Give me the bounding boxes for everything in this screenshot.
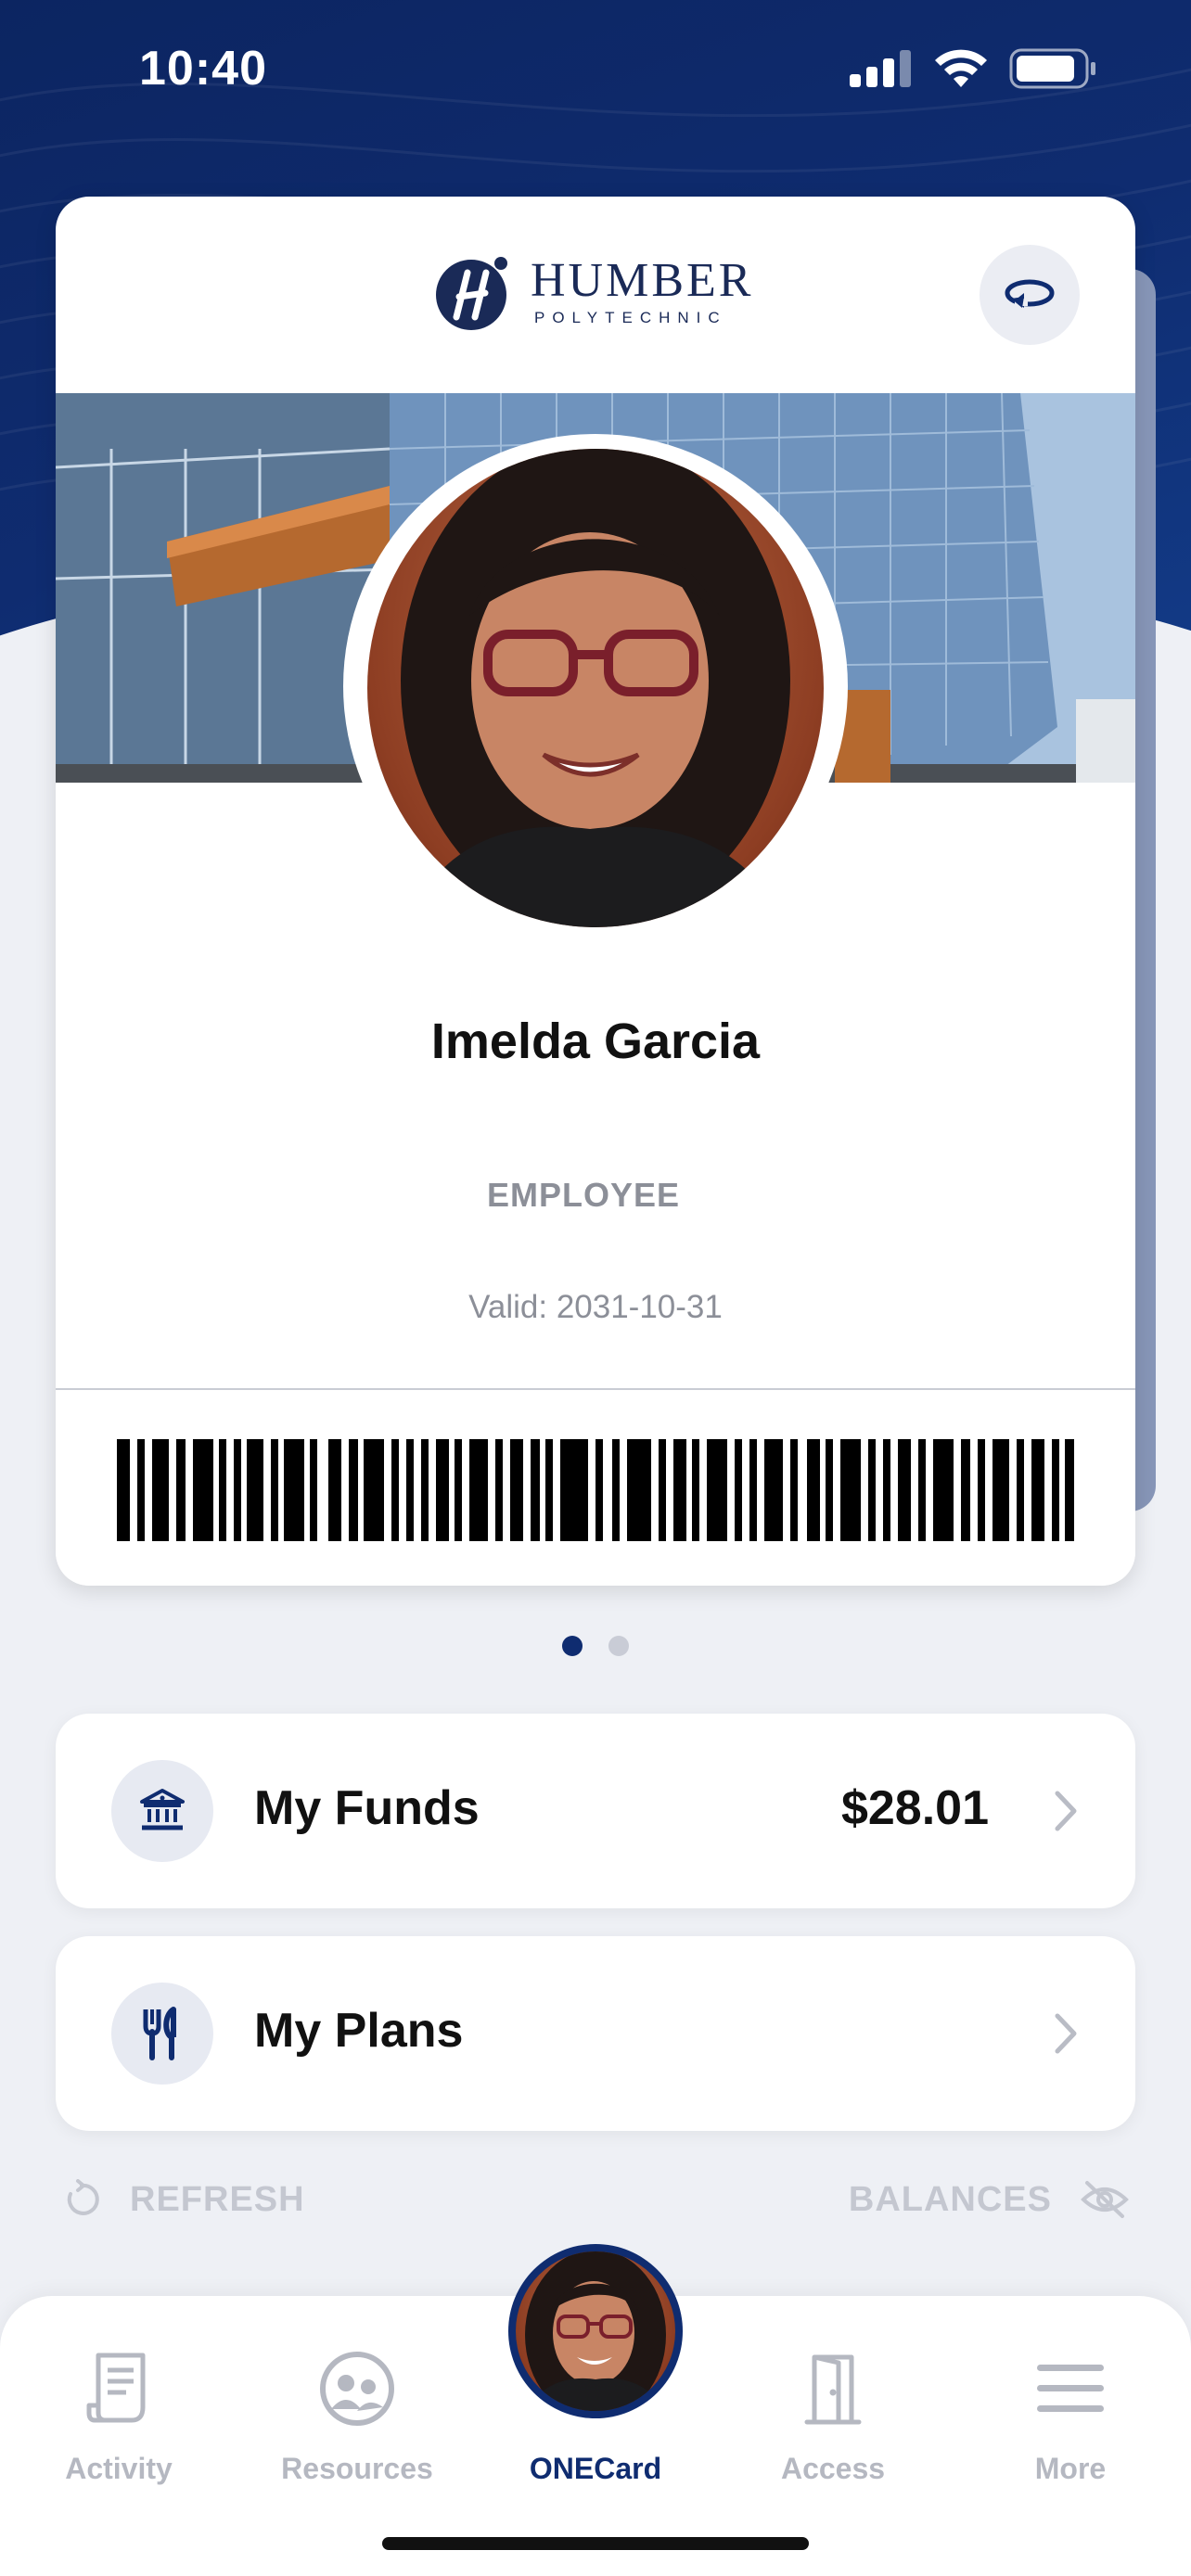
card-pager[interactable]: [0, 1636, 1191, 1656]
avatar-photo: [516, 2251, 675, 2411]
chevron-right-icon: [1055, 2013, 1077, 2054]
brand-subtitle: POLYTECHNIC: [534, 309, 727, 326]
cardholder-name: Imelda Garcia: [430, 1014, 761, 1069]
tab-access-label: Access: [780, 2452, 886, 2485]
tab-access[interactable]: Access: [731, 2342, 935, 2486]
bank-icon: [111, 1760, 213, 1862]
humber-logo-mark-icon: [436, 257, 507, 330]
tab-resources-label: Resources: [281, 2452, 433, 2485]
tab-activity[interactable]: Activity: [17, 2342, 221, 2486]
card-header: HUMBER POLYTECHNIC: [56, 197, 1135, 393]
humber-logo: HUMBER POLYTECHNIC: [434, 252, 753, 332]
home-indicator[interactable]: [382, 2537, 809, 2550]
card-valid-date: Valid: 2031-10-31: [468, 1289, 723, 1325]
profile-photo-image: [401, 449, 790, 927]
id-card[interactable]: HUMBER POLYTECHNIC Imelda Garcia EMPLOYE…: [56, 197, 1135, 1586]
chevron-right-icon: [1055, 1791, 1077, 1831]
pager-dot-2[interactable]: [608, 1636, 629, 1656]
my-funds-label: My Funds: [254, 1781, 480, 1835]
tab-onecard-label: ONECard: [529, 2452, 662, 2485]
tab-activity-label: Activity: [65, 2452, 173, 2485]
status-icons: [850, 48, 1098, 89]
my-plans-label: My Plans: [254, 2004, 464, 2058]
pager-dot-1[interactable]: [562, 1636, 583, 1656]
cellular-signal-icon: [850, 50, 911, 87]
tab-more[interactable]: More: [968, 2342, 1172, 2486]
my-funds-amount: $28.01: [840, 1781, 989, 1835]
tab-resources[interactable]: Resources: [255, 2342, 459, 2486]
avatar[interactable]: [508, 2244, 683, 2418]
card-barcode[interactable]: [117, 1439, 1074, 1541]
menu-icon: [968, 2342, 1172, 2435]
tab-bar: Activity Resources ONECard Access More: [0, 2244, 1191, 2576]
refresh-button[interactable]: REFRESH: [61, 2179, 305, 2220]
status-bar: 10:40: [0, 0, 1191, 139]
balances-label: BALANCES: [848, 2179, 1052, 2219]
my-funds-row[interactable]: My Funds $28.01: [56, 1714, 1135, 1908]
toggle-balances-button[interactable]: BALANCES: [849, 2179, 1130, 2220]
brand-name: HUMBER: [531, 254, 754, 307]
profile-photo: [367, 449, 824, 927]
flip-card-icon: [1005, 279, 1055, 308]
receipt-icon: [17, 2342, 221, 2435]
door-icon: [731, 2342, 935, 2435]
status-time: 10:40: [139, 42, 267, 96]
refresh-icon: [67, 2179, 99, 2215]
card-divider: [56, 1388, 1135, 1390]
battery-icon: [1009, 48, 1095, 89]
utensils-icon: [111, 1983, 213, 2085]
my-plans-row[interactable]: My Plans: [56, 1936, 1135, 2131]
tab-more-label: More: [1034, 2452, 1107, 2485]
eye-slash-icon: [1081, 2181, 1129, 2218]
wifi-icon: [935, 49, 987, 87]
flip-card-button[interactable]: [980, 245, 1080, 345]
resources-icon: [255, 2342, 459, 2435]
refresh-label: REFRESH: [130, 2179, 305, 2219]
cardholder-role: EMPLOYEE: [486, 1176, 681, 1214]
